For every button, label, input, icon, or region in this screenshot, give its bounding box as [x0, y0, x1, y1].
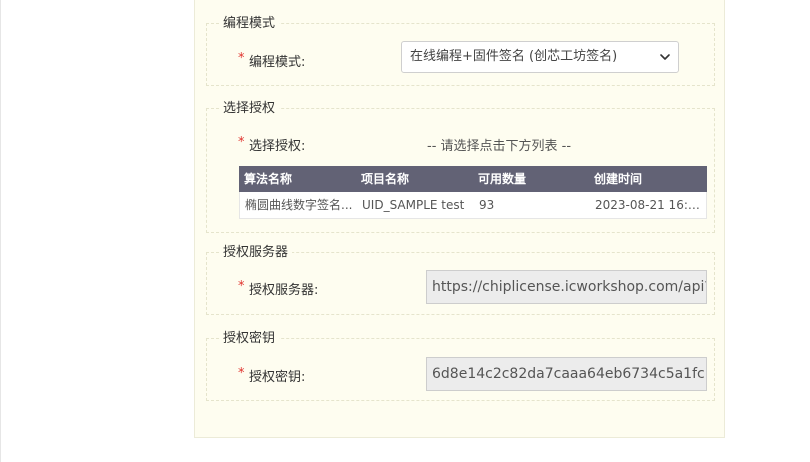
license-server-field[interactable]: https://chiplicense.icworkshop.com/api? [426, 270, 707, 304]
column-header-project: 项目名称 [361, 172, 410, 186]
config-panel: 编程模式 * 编程模式: 在线编程+固件签名 (创芯工坊签名) 选择授权 * 选… [194, 0, 725, 438]
license-key-label: 授权密钥: [249, 370, 306, 385]
select-authorization-label: 选择授权: [249, 139, 306, 154]
cell-project: UID_SAMPLE test [362, 198, 465, 212]
column-header-available: 可用数量 [478, 172, 527, 186]
required-mark: * [238, 135, 245, 150]
authorization-table: 算法名称 项目名称 可用数量 创建时间 椭圆曲线数字签名... UID_SAMP… [239, 166, 707, 219]
column-header-created: 创建时间 [594, 172, 643, 186]
license-server-label: 授权服务器: [249, 283, 319, 298]
table-row[interactable]: 椭圆曲线数字签名... UID_SAMPLE test 93 2023-08-2… [239, 192, 707, 219]
license-key-field[interactable]: 6d8e14c2c82da7caaa64eb6734c5a1fc [426, 357, 707, 391]
programming-mode-label: 编程模式: [249, 55, 306, 70]
legend-license-server: 授权服务器 [219, 244, 293, 262]
legend-programming-mode: 编程模式 [219, 15, 280, 33]
column-header-algorithm: 算法名称 [244, 172, 293, 186]
table-header: 算法名称 项目名称 可用数量 创建时间 [239, 166, 707, 192]
select-authorization-hint: -- 请选择点击下方列表 -- [427, 139, 572, 154]
legend-license-key: 授权密钥 [219, 330, 280, 348]
cell-created: 2023-08-21 16:1... [595, 198, 705, 212]
cell-algorithm: 椭圆曲线数字签名... [245, 198, 353, 212]
programming-mode-selected: 在线编程+固件签名 (创芯工坊签名) [410, 49, 618, 64]
cell-available: 93 [479, 198, 495, 212]
chevron-down-icon [660, 54, 670, 60]
legend-select-authorization: 选择授权 [219, 100, 280, 118]
required-mark: * [238, 51, 245, 66]
required-mark: * [238, 366, 245, 381]
programming-mode-select[interactable]: 在线编程+固件签名 (创芯工坊签名) [401, 41, 679, 73]
required-mark: * [238, 279, 245, 294]
left-divider [0, 0, 1, 462]
